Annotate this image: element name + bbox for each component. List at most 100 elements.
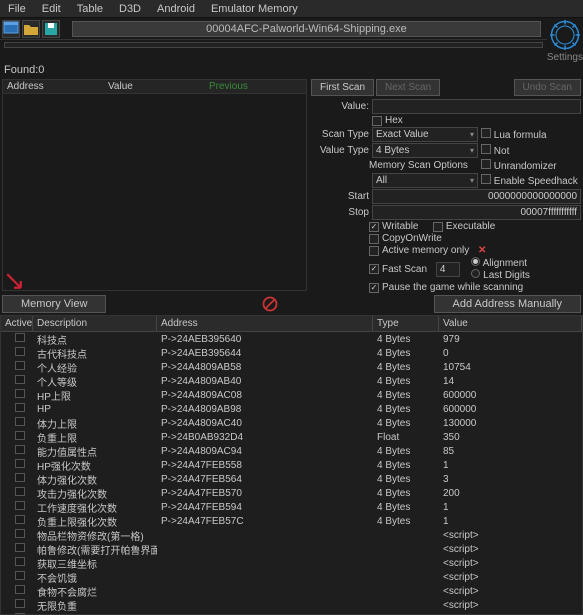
- row-desc[interactable]: 体力上限: [33, 416, 157, 431]
- row-type[interactable]: 4 Bytes: [373, 488, 439, 499]
- cow-checkbox[interactable]: [369, 234, 379, 244]
- start-input[interactable]: [372, 189, 581, 204]
- row-active-checkbox[interactable]: [15, 473, 25, 482]
- row-active-checkbox[interactable]: [15, 599, 25, 608]
- row-desc[interactable]: 不会饥饿: [33, 570, 157, 585]
- row-active-checkbox[interactable]: [15, 361, 25, 370]
- hdr-val[interactable]: Value: [439, 316, 582, 331]
- row-type[interactable]: 4 Bytes: [373, 334, 439, 345]
- fastscan-input[interactable]: [436, 262, 460, 277]
- row-addr[interactable]: P->24A4809AB40: [157, 376, 373, 387]
- row-addr[interactable]: P->24B0AB932D4: [157, 432, 373, 443]
- col-value[interactable]: Value: [104, 80, 205, 93]
- row-desc[interactable]: 食物不会腐烂: [33, 584, 157, 599]
- fastscan-checkbox[interactable]: [369, 264, 379, 274]
- menu-file[interactable]: File: [0, 2, 34, 16]
- row-val[interactable]: <script>: [439, 586, 582, 597]
- valuetype-select[interactable]: 4 Bytes▾: [372, 143, 478, 158]
- row-type[interactable]: 4 Bytes: [373, 362, 439, 373]
- unrandom-checkbox[interactable]: [481, 159, 491, 169]
- table-row[interactable]: 获取三维坐标<script>: [1, 556, 582, 570]
- row-desc[interactable]: 获取三维坐标: [33, 556, 157, 571]
- app-logo-icon[interactable]: [550, 20, 580, 50]
- row-type[interactable]: 4 Bytes: [373, 348, 439, 359]
- memory-view-button[interactable]: Memory View: [2, 295, 106, 313]
- lastdigits-radio[interactable]: [471, 269, 480, 278]
- row-val[interactable]: 1: [439, 516, 582, 527]
- row-active-checkbox[interactable]: [15, 445, 25, 454]
- row-val[interactable]: 0: [439, 348, 582, 359]
- memrange-select[interactable]: All▾: [372, 173, 478, 188]
- row-type[interactable]: 4 Bytes: [373, 502, 439, 513]
- row-desc[interactable]: 帕鲁修改(需要打开帕鲁界面): [33, 542, 157, 557]
- stop-input[interactable]: [372, 205, 581, 220]
- lua-checkbox[interactable]: [481, 128, 491, 138]
- no-entry-icon[interactable]: [261, 295, 279, 313]
- clear-activemem-icon[interactable]: ✕: [478, 245, 486, 256]
- menu-table[interactable]: Table: [69, 2, 111, 16]
- row-active-checkbox[interactable]: [15, 613, 25, 614]
- table-row[interactable]: 无限耐久<script>: [1, 612, 582, 614]
- row-desc[interactable]: 科技点: [33, 332, 157, 347]
- row-desc[interactable]: 体力强化次数: [33, 472, 157, 487]
- row-active-checkbox[interactable]: [15, 515, 25, 524]
- table-row[interactable]: 攻击力强化次数P->24A47FEB5704 Bytes200: [1, 486, 582, 500]
- row-type[interactable]: 4 Bytes: [373, 516, 439, 527]
- hdr-desc[interactable]: Description: [33, 316, 157, 331]
- table-row[interactable]: 古代科技点P->24AEB3956444 Bytes0: [1, 346, 582, 360]
- open-process-icon[interactable]: [2, 20, 20, 38]
- table-row[interactable]: HP上限P->24A4809AC084 Bytes600000: [1, 388, 582, 402]
- table-row[interactable]: HPP->24A4809AB984 Bytes600000: [1, 402, 582, 416]
- row-addr[interactable]: P->24A47FEB558: [157, 460, 373, 471]
- table-row[interactable]: 食物不会腐烂 <script>: [1, 584, 582, 598]
- row-desc[interactable]: 负重上限强化次数: [33, 514, 157, 529]
- row-desc[interactable]: 攻击力强化次数: [33, 486, 157, 501]
- menu-emu[interactable]: Emulator Memory: [203, 2, 306, 16]
- menu-android[interactable]: Android: [149, 2, 203, 16]
- row-val[interactable]: 200: [439, 488, 582, 499]
- row-desc[interactable]: 能力值属性点: [33, 444, 157, 459]
- row-active-checkbox[interactable]: [15, 501, 25, 510]
- not-checkbox[interactable]: [481, 144, 491, 154]
- table-row[interactable]: 工作速度强化次数P->24A47FEB5944 Bytes1: [1, 500, 582, 514]
- alignment-radio[interactable]: [471, 257, 480, 266]
- row-addr[interactable]: P->24A47FEB57C: [157, 516, 373, 527]
- row-type[interactable]: 4 Bytes: [373, 390, 439, 401]
- row-active-checkbox[interactable]: [15, 585, 25, 594]
- row-active-checkbox[interactable]: [15, 543, 25, 552]
- row-desc[interactable]: 物品栏物资修改(第一格): [33, 528, 157, 543]
- table-row[interactable]: 物品栏物资修改(第一格)<script>: [1, 528, 582, 542]
- row-type[interactable]: 4 Bytes: [373, 460, 439, 471]
- table-row[interactable]: 体力上限P->24A4809AC404 Bytes130000: [1, 416, 582, 430]
- row-addr[interactable]: P->24A4809AC08: [157, 390, 373, 401]
- row-val[interactable]: 600000: [439, 390, 582, 401]
- row-active-checkbox[interactable]: [15, 417, 25, 426]
- row-val[interactable]: 14: [439, 376, 582, 387]
- hdr-type[interactable]: Type: [373, 316, 439, 331]
- settings-label[interactable]: Settings: [547, 52, 583, 63]
- row-active-checkbox[interactable]: [15, 403, 25, 412]
- table-row[interactable]: 个人等级P->24A4809AB404 Bytes14: [1, 374, 582, 388]
- row-desc[interactable]: HP强化次数: [33, 458, 157, 473]
- row-type[interactable]: 4 Bytes: [373, 404, 439, 415]
- table-row[interactable]: HP强化次数P->24A47FEB5584 Bytes1: [1, 458, 582, 472]
- row-type[interactable]: 4 Bytes: [373, 376, 439, 387]
- row-val[interactable]: 979: [439, 334, 582, 345]
- table-row[interactable]: 负重上限P->24B0AB932D4Float350: [1, 430, 582, 444]
- row-addr[interactable]: P->24AEB395644: [157, 348, 373, 359]
- row-val[interactable]: 1: [439, 460, 582, 471]
- row-addr[interactable]: P->24AEB395640: [157, 334, 373, 345]
- hex-checkbox[interactable]: [372, 116, 382, 126]
- row-val[interactable]: <script>: [439, 572, 582, 583]
- table-row[interactable]: 能力值属性点P->24A4809AC944 Bytes85: [1, 444, 582, 458]
- row-desc[interactable]: 负重上限: [33, 430, 157, 445]
- pause-checkbox[interactable]: [369, 283, 379, 293]
- row-val[interactable]: 3: [439, 474, 582, 485]
- table-row[interactable]: 无限负重<script>: [1, 598, 582, 612]
- table-row[interactable]: 个人经验P->24A4809AB584 Bytes10754: [1, 360, 582, 374]
- row-val[interactable]: <script>: [439, 600, 582, 611]
- col-address[interactable]: Address: [3, 80, 104, 93]
- menu-edit[interactable]: Edit: [34, 2, 69, 16]
- row-type[interactable]: 4 Bytes: [373, 446, 439, 457]
- save-icon[interactable]: [42, 20, 60, 38]
